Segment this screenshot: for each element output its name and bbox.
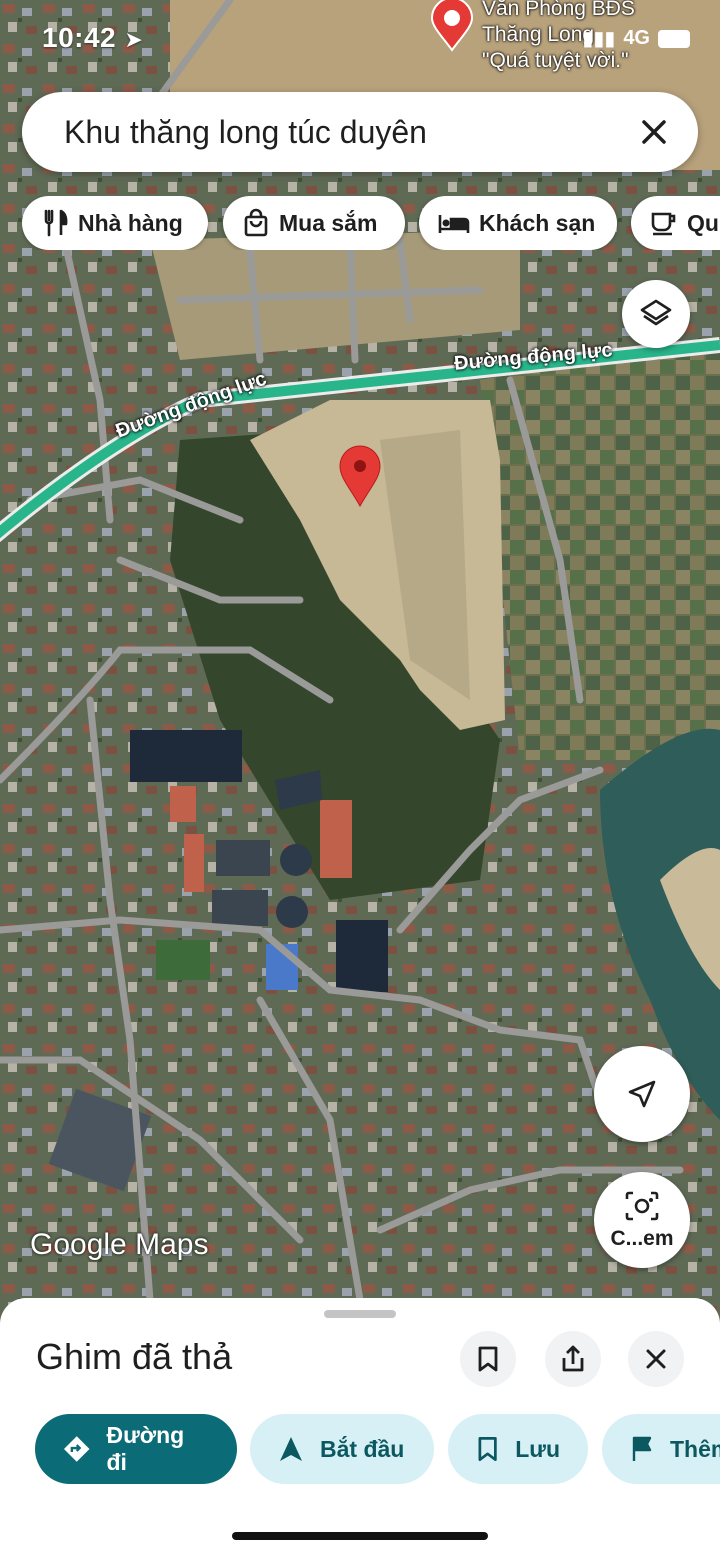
- camera-icon: [625, 1191, 659, 1221]
- save-button[interactable]: Lưu: [448, 1414, 588, 1484]
- sheet-drag-handle[interactable]: [324, 1310, 396, 1318]
- coffee-cup-icon: [651, 212, 676, 236]
- google-maps-watermark: Google Maps: [30, 1228, 208, 1262]
- google-logo: Google: [30, 1228, 127, 1261]
- bed-icon: [438, 215, 470, 233]
- shopping-bag-icon: [244, 208, 268, 237]
- sheet-title: Ghim đã thả: [36, 1336, 233, 1377]
- share-icon: [562, 1345, 584, 1372]
- home-indicator: [232, 1532, 488, 1540]
- action-label: Lưu: [515, 1435, 560, 1462]
- category-chips: Nhà hàng Mua sắm Khách sạn Qu: [22, 196, 720, 250]
- navigation-arrow-icon: [628, 1080, 656, 1108]
- action-buttons: Đường đi Bắt đầu Lưu Thêm: [0, 1414, 720, 1484]
- close-sheet-button[interactable]: [628, 1331, 684, 1387]
- search-query[interactable]: Khu thăng long túc duyên: [64, 114, 427, 151]
- action-label: Bắt đầu: [320, 1435, 405, 1462]
- bookmark-icon: [478, 1436, 497, 1462]
- close-icon[interactable]: [632, 110, 676, 154]
- my-location-button[interactable]: [594, 1046, 690, 1142]
- navigation-arrow-icon: [280, 1437, 302, 1461]
- directions-icon: [63, 1436, 90, 1462]
- start-button[interactable]: Bắt đầu: [250, 1414, 434, 1484]
- place-sheet[interactable]: Ghim đã thả Đường đi Bắt đầu Lưu Thê: [0, 1298, 720, 1557]
- fork-knife-icon: [44, 209, 68, 237]
- layers-button[interactable]: [622, 280, 690, 348]
- layers-icon: [640, 299, 672, 326]
- dropped-pin-icon[interactable]: [336, 444, 384, 508]
- chip-restaurants[interactable]: Nhà hàng: [22, 196, 208, 250]
- search-bar[interactable]: Khu thăng long túc duyên: [22, 92, 698, 172]
- chip-label: Nhà hàng: [78, 209, 183, 236]
- flag-icon: [632, 1436, 652, 1461]
- status-bar: 10:42 ➤ ▮▮▮ 4G: [0, 0, 720, 80]
- action-label: Đường đi: [106, 1422, 185, 1475]
- directions-button[interactable]: Đường đi: [35, 1414, 237, 1484]
- network-label: 4G: [623, 27, 650, 49]
- save-icon-button[interactable]: [460, 1331, 516, 1387]
- chip-label: Qu: [687, 209, 719, 236]
- chip-label: Khách sạn: [479, 209, 596, 236]
- location-arrow-icon: ➤: [124, 27, 144, 52]
- share-button[interactable]: [545, 1331, 601, 1387]
- battery-icon: [658, 29, 690, 48]
- chip-label: Mua sắm: [279, 209, 378, 236]
- signal-icon: ▮▮▮: [582, 28, 616, 50]
- status-time: 10:42 ➤: [42, 22, 144, 53]
- action-label: Thêm: [670, 1435, 720, 1462]
- camera-label: C...em: [610, 1227, 674, 1250]
- chip-shopping[interactable]: Mua sắm: [223, 196, 405, 250]
- bookmark-icon: [478, 1346, 498, 1372]
- status-icons: ▮▮▮ 4G: [582, 26, 690, 51]
- maps-logo: Maps: [135, 1228, 209, 1261]
- chip-hotels[interactable]: Khách sạn: [419, 196, 617, 250]
- more-button[interactable]: Thêm: [602, 1414, 720, 1484]
- close-icon: [646, 1349, 666, 1369]
- chip-coffee[interactable]: Qu: [631, 196, 720, 250]
- camera-search-button[interactable]: C...em: [594, 1172, 690, 1268]
